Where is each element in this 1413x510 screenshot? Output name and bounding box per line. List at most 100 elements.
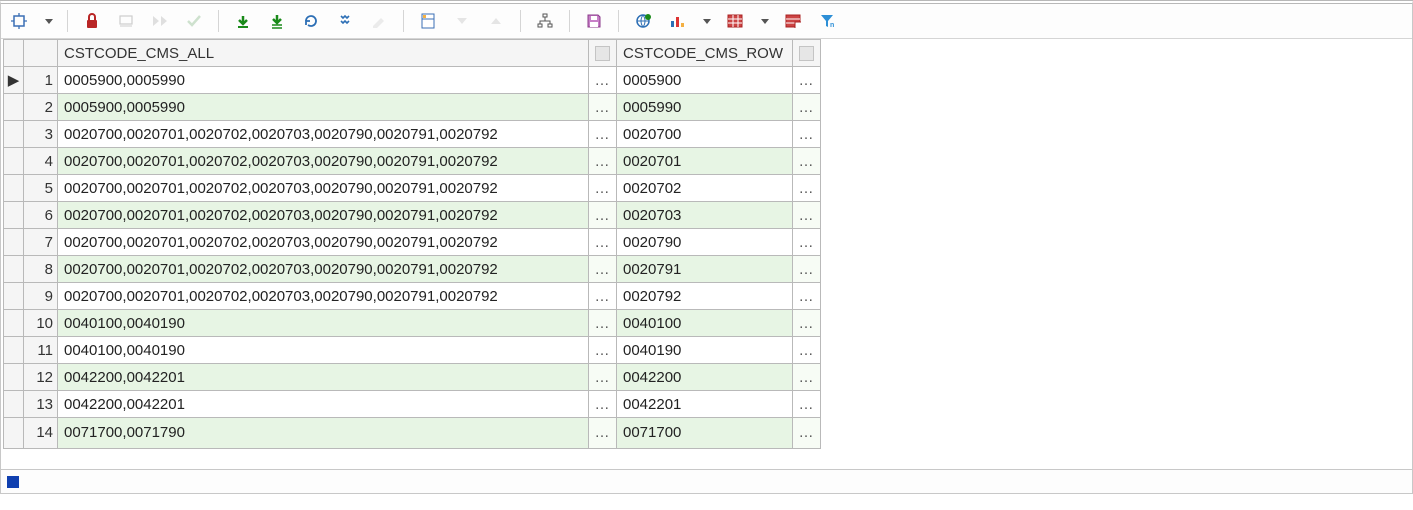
- cell-cstcode-cms-all[interactable]: 0071700,0071790: [58, 418, 589, 449]
- cell-cstcode-cms-row[interactable]: 0020700: [617, 121, 793, 148]
- cell-editor-button[interactable]: …: [793, 94, 821, 121]
- fetch-page-down-icon[interactable]: [267, 11, 287, 31]
- down-triangle-icon[interactable]: [452, 11, 472, 31]
- fit-window-icon[interactable]: [9, 11, 29, 31]
- report-icon[interactable]: [783, 11, 803, 31]
- cell-editor-button[interactable]: …: [589, 256, 617, 283]
- row-number[interactable]: 3: [24, 121, 58, 148]
- cell-editor-button[interactable]: …: [589, 310, 617, 337]
- table-row[interactable]: 70020700,0020701,0020702,0020703,0020790…: [4, 229, 821, 256]
- cell-editor-button[interactable]: …: [793, 256, 821, 283]
- cell-cstcode-cms-all[interactable]: 0020700,0020701,0020702,0020703,0020790,…: [58, 256, 589, 283]
- row-number[interactable]: 12: [24, 364, 58, 391]
- cell-editor-button[interactable]: …: [589, 94, 617, 121]
- row-number[interactable]: 6: [24, 202, 58, 229]
- cell-editor-button[interactable]: …: [589, 175, 617, 202]
- cell-cstcode-cms-all[interactable]: 0020700,0020701,0020702,0020703,0020790,…: [58, 175, 589, 202]
- cell-editor-button[interactable]: …: [793, 283, 821, 310]
- eraser-icon[interactable]: [116, 11, 136, 31]
- cell-cstcode-cms-row[interactable]: 0020702: [617, 175, 793, 202]
- cell-editor-button[interactable]: …: [589, 121, 617, 148]
- table-row[interactable]: 80020700,0020701,0020702,0020703,0020790…: [4, 256, 821, 283]
- row-number[interactable]: 1: [24, 67, 58, 94]
- row-marker[interactable]: [4, 202, 24, 229]
- table-row[interactable]: 130042200,0042201…0042201…: [4, 391, 821, 418]
- table-row[interactable]: 110040100,0040190…0040190…: [4, 337, 821, 364]
- row-number[interactable]: 9: [24, 283, 58, 310]
- save-icon[interactable]: [584, 11, 604, 31]
- find-icon[interactable]: [335, 11, 355, 31]
- layout-icon[interactable]: [418, 11, 438, 31]
- table-row[interactable]: 40020700,0020701,0020702,0020703,0020790…: [4, 148, 821, 175]
- cell-editor-button[interactable]: …: [793, 418, 821, 449]
- cell-editor-button[interactable]: …: [589, 418, 617, 449]
- cell-cstcode-cms-row[interactable]: 0042200: [617, 364, 793, 391]
- row-number[interactable]: 5: [24, 175, 58, 202]
- highlight-icon[interactable]: [369, 11, 389, 31]
- cell-cstcode-cms-all[interactable]: 0020700,0020701,0020702,0020703,0020790,…: [58, 121, 589, 148]
- table-row[interactable]: 30020700,0020701,0020702,0020703,0020790…: [4, 121, 821, 148]
- column-header-all-sort[interactable]: [589, 40, 617, 67]
- row-marker[interactable]: [4, 364, 24, 391]
- cell-cstcode-cms-all[interactable]: 0005900,0005990: [58, 94, 589, 121]
- row-marker[interactable]: [4, 256, 24, 283]
- row-number[interactable]: 13: [24, 391, 58, 418]
- table-row[interactable]: 20005900,0005990…0005990…: [4, 94, 821, 121]
- cell-editor-button[interactable]: …: [589, 283, 617, 310]
- row-number[interactable]: 2: [24, 94, 58, 121]
- cell-cstcode-cms-row[interactable]: 0020791: [617, 256, 793, 283]
- table-row[interactable]: 90020700,0020701,0020702,0020703,0020790…: [4, 283, 821, 310]
- globe-refresh-icon[interactable]: [633, 11, 653, 31]
- cell-cstcode-cms-all[interactable]: 0020700,0020701,0020702,0020703,0020790,…: [58, 229, 589, 256]
- refresh-icon[interactable]: [301, 11, 321, 31]
- cell-editor-button[interactable]: …: [793, 67, 821, 94]
- cell-cstcode-cms-all[interactable]: 0040100,0040190: [58, 337, 589, 364]
- table-row[interactable]: 60020700,0020701,0020702,0020703,0020790…: [4, 202, 821, 229]
- marker-header[interactable]: [4, 40, 24, 67]
- row-marker[interactable]: [4, 94, 24, 121]
- grid-view-icon[interactable]: [725, 11, 745, 31]
- row-marker[interactable]: [4, 229, 24, 256]
- column-header-row[interactable]: CSTCODE_CMS_ROW: [617, 40, 793, 67]
- row-marker[interactable]: [4, 175, 24, 202]
- cell-cstcode-cms-row[interactable]: 0040100: [617, 310, 793, 337]
- goto-icon[interactable]: [150, 11, 170, 31]
- up-triangle-icon[interactable]: [486, 11, 506, 31]
- cell-editor-button[interactable]: …: [793, 148, 821, 175]
- bar-chart-icon[interactable]: [667, 11, 687, 31]
- fetch-all-down-icon[interactable]: [233, 11, 253, 31]
- column-header-row-sort[interactable]: [793, 40, 821, 67]
- cell-cstcode-cms-row[interactable]: 0042201: [617, 391, 793, 418]
- row-marker[interactable]: [4, 391, 24, 418]
- cell-editor-button[interactable]: …: [793, 229, 821, 256]
- dropdown-icon[interactable]: [45, 19, 53, 24]
- cell-cstcode-cms-all[interactable]: 0042200,0042201: [58, 364, 589, 391]
- row-number[interactable]: 11: [24, 337, 58, 364]
- chart-dropdown-icon[interactable]: [703, 19, 711, 24]
- rownum-header[interactable]: [24, 40, 58, 67]
- cell-cstcode-cms-all[interactable]: 0020700,0020701,0020702,0020703,0020790,…: [58, 148, 589, 175]
- cell-editor-button[interactable]: …: [793, 175, 821, 202]
- row-number[interactable]: 8: [24, 256, 58, 283]
- cell-editor-button[interactable]: …: [589, 391, 617, 418]
- row-marker[interactable]: [4, 337, 24, 364]
- table-row[interactable]: ▶10005900,0005990…0005900…: [4, 67, 821, 94]
- row-marker[interactable]: [4, 310, 24, 337]
- cell-editor-button[interactable]: …: [793, 337, 821, 364]
- lock-icon[interactable]: [82, 11, 102, 31]
- cell-cstcode-cms-row[interactable]: 0005990: [617, 94, 793, 121]
- cell-editor-button[interactable]: …: [793, 121, 821, 148]
- cell-cstcode-cms-row[interactable]: 0020701: [617, 148, 793, 175]
- row-number[interactable]: 7: [24, 229, 58, 256]
- cell-cstcode-cms-all[interactable]: 0005900,0005990: [58, 67, 589, 94]
- row-marker[interactable]: [4, 121, 24, 148]
- cell-editor-button[interactable]: …: [589, 148, 617, 175]
- cell-cstcode-cms-row[interactable]: 0040190: [617, 337, 793, 364]
- cell-editor-button[interactable]: …: [793, 202, 821, 229]
- cell-editor-button[interactable]: …: [589, 364, 617, 391]
- row-marker[interactable]: [4, 418, 24, 449]
- cell-cstcode-cms-row[interactable]: 0005900: [617, 67, 793, 94]
- cell-editor-button[interactable]: …: [793, 364, 821, 391]
- cell-editor-button[interactable]: …: [589, 229, 617, 256]
- cell-editor-button[interactable]: …: [793, 310, 821, 337]
